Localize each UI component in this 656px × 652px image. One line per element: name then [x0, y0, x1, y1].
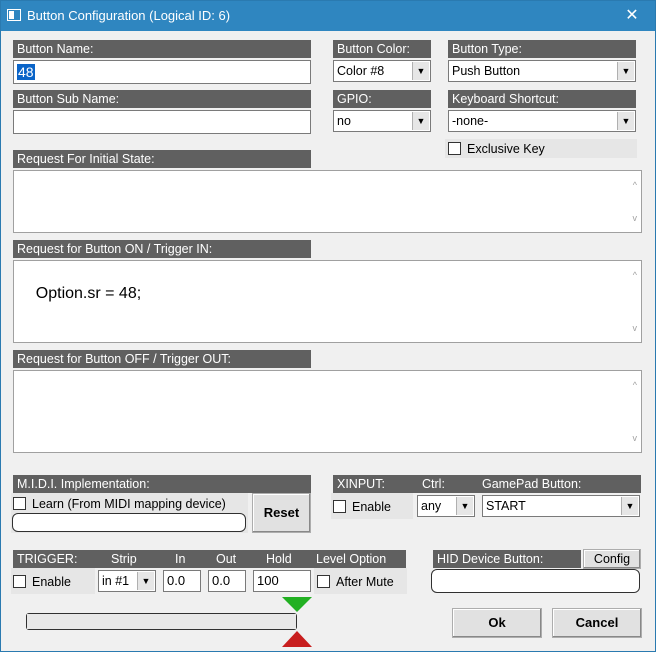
checkbox-box [13, 575, 26, 588]
button-off-textarea[interactable]: ^ v [13, 370, 642, 453]
close-icon[interactable]: ✕ [609, 1, 655, 31]
ok-button[interactable]: Ok [452, 608, 542, 638]
trigger-enable-label: Enable [32, 575, 71, 589]
trigger-out-label: Out [216, 552, 237, 566]
xinput-ctrl-value: any [421, 499, 442, 513]
exclusive-key-label: Exclusive Key [467, 142, 545, 156]
trigger-hold-label: Hold [266, 552, 292, 566]
hid-config-button[interactable]: Config [583, 549, 641, 569]
xinput-header: XINPUT: Ctrl: GamePad Button: [333, 475, 641, 493]
trigger-out-marker-shape [282, 631, 312, 647]
button-sub-name-input[interactable] [13, 110, 311, 134]
hid-header: HID Device Button: [433, 550, 581, 568]
button-on-value: Option.sr = 48; [35, 285, 142, 302]
midi-learn-checkbox[interactable]: Learn (From MIDI mapping device) [13, 496, 226, 512]
trigger-hold-value: 100 [257, 573, 279, 588]
after-mute-checkbox[interactable]: After Mute [317, 574, 394, 590]
trigger-in-input[interactable]: 0.0 [163, 570, 201, 592]
button-name-input[interactable]: 48 [13, 60, 311, 84]
after-mute-label: After Mute [336, 575, 394, 589]
trigger-out-input[interactable]: 0.0 [208, 570, 246, 592]
xinput-ctrl-select[interactable]: any ▼ [417, 495, 475, 517]
trigger-label: TRIGGER: [17, 552, 78, 566]
button-type-header: Button Type: [448, 40, 636, 58]
scroll-down-icon[interactable]: v [633, 208, 638, 228]
xinput-label: XINPUT: [337, 477, 385, 491]
button-configuration-dialog: Button Configuration (Logical ID: 6) ✕ B… [0, 0, 656, 652]
exclusive-key-checkbox[interactable]: Exclusive Key [448, 141, 545, 157]
button-name-value: 48 [17, 64, 35, 80]
scroll-up-icon[interactable]: ^ [633, 175, 637, 195]
window-title: Button Configuration (Logical ID: 6) [27, 8, 231, 23]
trigger-level-meter[interactable] [26, 613, 297, 630]
trigger-strip-label: Strip [111, 552, 137, 566]
midi-mapping-display [12, 513, 246, 532]
midi-learn-label: Learn (From MIDI mapping device) [32, 497, 226, 511]
button-color-value: Color #8 [337, 64, 385, 78]
scroll-up-icon[interactable]: ^ [633, 265, 637, 285]
gpio-select[interactable]: no ▼ [333, 110, 431, 132]
button-sub-name-header: Button Sub Name: [13, 90, 311, 108]
xinput-enable-label: Enable [352, 500, 391, 514]
trigger-in-marker-shape [282, 597, 312, 612]
trigger-in-label: In [175, 552, 186, 566]
scroll-up-icon[interactable]: ^ [633, 375, 637, 395]
button-off-header: Request for Button OFF / Trigger OUT: [13, 350, 311, 368]
chevron-down-icon: ▼ [456, 497, 473, 515]
button-on-textarea[interactable]: Option.sr = 48; ^ v [13, 260, 642, 343]
reset-button[interactable]: Reset [252, 493, 311, 533]
trigger-out-marker-icon[interactable] [282, 631, 312, 647]
chevron-down-icon: ▼ [412, 112, 429, 130]
cancel-button[interactable]: Cancel [552, 608, 642, 638]
checkbox-box [317, 575, 330, 588]
xinput-gamepad-value: START [486, 499, 526, 513]
chevron-down-icon: ▼ [617, 112, 634, 130]
checkbox-box [333, 500, 346, 513]
checkbox-box [448, 142, 461, 155]
trigger-strip-value: in #1 [102, 574, 130, 588]
trigger-in-marker-icon[interactable] [282, 597, 312, 613]
trigger-level-fill [27, 614, 296, 629]
xinput-ctrl-label: Ctrl: [422, 477, 445, 491]
xinput-gamepad-select[interactable]: START ▼ [482, 495, 640, 517]
button-color-select[interactable]: Color #8 ▼ [333, 60, 431, 82]
scroll-down-icon[interactable]: v [633, 318, 638, 338]
gpio-value: no [337, 114, 351, 128]
initial-state-header: Request For Initial State: [13, 150, 311, 168]
xinput-gamepad-label: GamePad Button: [482, 477, 582, 491]
button-name-header: Button Name: [13, 40, 311, 58]
trigger-header: TRIGGER: Strip In Out Hold Level Option [13, 550, 406, 568]
chevron-down-icon: ▼ [137, 572, 154, 590]
trigger-enable-checkbox[interactable]: Enable [13, 574, 71, 590]
gpio-header: GPIO: [333, 90, 431, 108]
initial-state-textarea[interactable]: ^ v [13, 170, 642, 233]
button-type-select[interactable]: Push Button ▼ [448, 60, 636, 82]
midi-header: M.I.D.I. Implementation: [13, 475, 311, 493]
button-type-value: Push Button [452, 64, 521, 78]
trigger-out-value: 0.0 [212, 573, 231, 588]
button-color-header: Button Color: [333, 40, 431, 58]
keyboard-shortcut-select[interactable]: -none- ▼ [448, 110, 636, 132]
hid-device-display [431, 569, 640, 593]
keyboard-shortcut-header: Keyboard Shortcut: [448, 90, 636, 108]
trigger-hold-input[interactable]: 100 [253, 570, 311, 592]
xinput-enable-checkbox[interactable]: Enable [333, 499, 391, 515]
chevron-down-icon: ▼ [621, 497, 638, 515]
scroll-down-icon[interactable]: v [633, 428, 638, 448]
title-bar: Button Configuration (Logical ID: 6) ✕ [1, 1, 655, 31]
checkbox-box [13, 497, 26, 510]
chevron-down-icon: ▼ [617, 62, 634, 80]
button-on-header: Request for Button ON / Trigger IN: [13, 240, 311, 258]
app-icon [7, 9, 21, 21]
keyboard-shortcut-value: -none- [452, 114, 489, 128]
trigger-strip-select[interactable]: in #1 ▼ [98, 570, 156, 592]
trigger-level-option-label: Level Option [316, 552, 387, 566]
trigger-in-value: 0.0 [167, 573, 186, 588]
chevron-down-icon: ▼ [412, 62, 429, 80]
